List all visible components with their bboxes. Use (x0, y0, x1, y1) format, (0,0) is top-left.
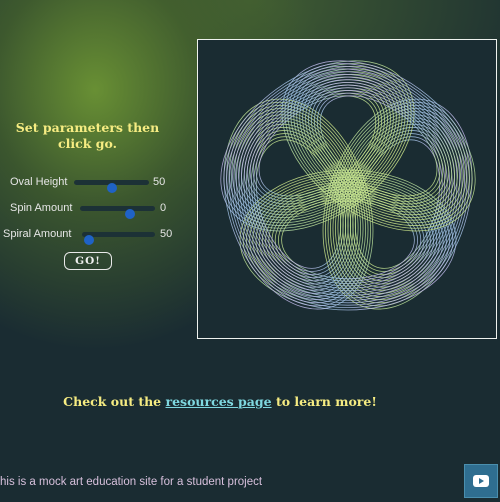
spin-amount-slider-thumb[interactable] (124, 209, 135, 219)
spirograph-artwork (220, 60, 476, 311)
oval-height-value: 50 (153, 176, 166, 188)
spiral-amount-control: Spiral Amount 50 (0, 226, 180, 245)
spin-amount-value: 0 (160, 202, 167, 214)
art-canvas (197, 39, 497, 339)
spin-amount-label: Spin Amount (10, 202, 73, 214)
oval-height-slider-thumb[interactable] (106, 183, 117, 193)
footer-disclaimer: his is a mock art education site for a s… (0, 476, 263, 488)
callout-prefix: Check out the (63, 394, 162, 409)
video-button[interactable] (464, 464, 498, 498)
spin-amount-control: Spin Amount 0 (0, 200, 180, 219)
spin-amount-slider[interactable] (80, 206, 155, 219)
oval-height-slider[interactable] (74, 180, 149, 193)
spiral-amount-label: Spiral Amount (3, 228, 72, 240)
video-icon (473, 475, 489, 487)
callout-suffix: to learn more! (275, 394, 377, 409)
resources-callout: Check out the resources page to learn mo… (0, 394, 440, 409)
oval-height-label: Oval Height (10, 176, 68, 188)
spiral-amount-slider[interactable] (82, 232, 155, 245)
oval-height-control: Oval Height 50 (0, 174, 180, 193)
go-button[interactable]: GO! (64, 252, 112, 270)
spiral-amount-value: 50 (160, 228, 173, 240)
art-ellipse (271, 193, 425, 287)
panel-title: Set parameters then click go. (15, 120, 160, 151)
resources-page-link[interactable]: resources page (166, 394, 272, 409)
